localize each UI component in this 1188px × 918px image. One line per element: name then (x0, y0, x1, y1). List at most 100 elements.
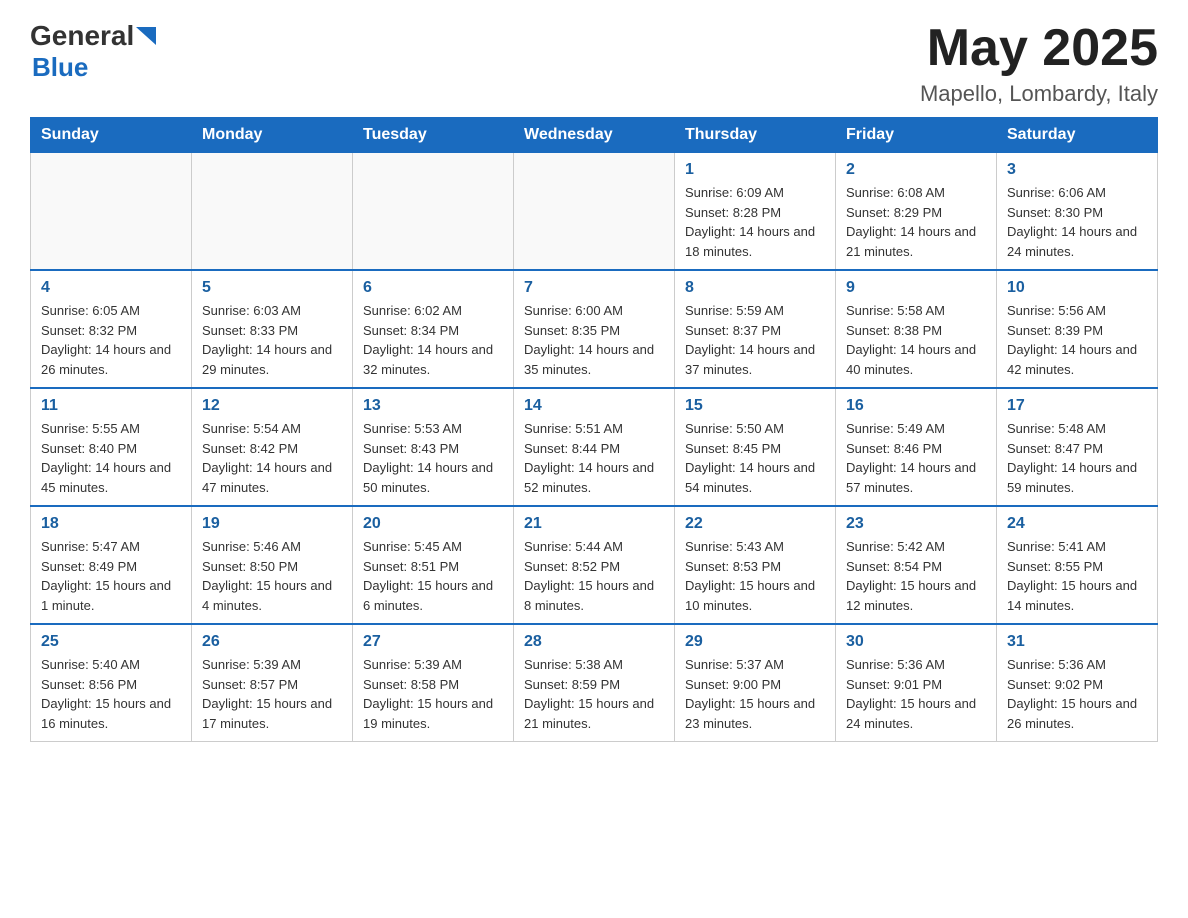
day-info: Sunrise: 5:49 AMSunset: 8:46 PMDaylight:… (846, 419, 986, 497)
day-number: 11 (41, 397, 181, 415)
day-number: 25 (41, 633, 181, 651)
calendar-cell: 31 Sunrise: 5:36 AMSunset: 9:02 PMDayligh… (997, 624, 1158, 742)
day-number: 3 (1007, 161, 1147, 179)
calendar-cell: 14Sunrise: 5:51 AMSunset: 8:44 PMDayligh… (514, 388, 675, 506)
day-info: Sunrise: 5:51 AMSunset: 8:44 PMDaylight:… (524, 419, 664, 497)
calendar-day-header: Friday (836, 118, 997, 153)
calendar-cell: 17 Sunrise: 5:48 AMSunset: 8:47 PMDayligh… (997, 388, 1158, 506)
calendar-cell: 28 Sunrise: 5:38 AMSunset: 8:59 PMDayligh… (514, 624, 675, 742)
day-number: 20 (363, 515, 503, 533)
calendar-day-header: Sunday (31, 118, 192, 153)
calendar-cell: 3 Sunrise: 6:06 AMSunset: 8:30 PMDaylight… (997, 153, 1158, 271)
day-number: 19 (202, 515, 342, 533)
calendar-cell: 15Sunrise: 5:50 AMSunset: 8:45 PMDayligh… (675, 388, 836, 506)
day-number: 10 (1007, 279, 1147, 297)
day-info: Sunrise: 5:36 AMSunset: 9:02 PMDaylight:… (1007, 655, 1147, 733)
calendar-cell: 29Sunrise: 5:37 AMSunset: 9:00 PMDayligh… (675, 624, 836, 742)
day-info: Sunrise: 5:54 AMSunset: 8:42 PMDaylight:… (202, 419, 342, 497)
day-info: Sunrise: 6:09 AMSunset: 8:28 PMDaylight:… (685, 183, 825, 261)
day-info: Sunrise: 6:05 AMSunset: 8:32 PMDaylight:… (41, 301, 181, 379)
day-number: 16 (846, 397, 986, 415)
day-info: Sunrise: 6:00 AMSunset: 8:35 PMDaylight:… (524, 301, 664, 379)
calendar-cell: 18 Sunrise: 5:47 AMSunset: 8:49 PMDayligh… (31, 506, 192, 624)
day-info: Sunrise: 5:43 AMSunset: 8:53 PMDaylight:… (685, 537, 825, 615)
calendar-day-header: Thursday (675, 118, 836, 153)
day-number: 26 (202, 633, 342, 651)
day-number: 29 (685, 633, 825, 651)
logo-arrow-icon (136, 27, 156, 45)
calendar-cell: 27 Sunrise: 5:39 AMSunset: 8:58 PMDayligh… (353, 624, 514, 742)
calendar-day-header: Monday (192, 118, 353, 153)
day-info: Sunrise: 5:45 AMSunset: 8:51 PMDaylight:… (363, 537, 503, 615)
calendar-header-row: SundayMondayTuesdayWednesdayThursdayFrid… (31, 118, 1158, 153)
day-number: 13 (363, 397, 503, 415)
calendar-cell: 23Sunrise: 5:42 AMSunset: 8:54 PMDayligh… (836, 506, 997, 624)
day-info: Sunrise: 5:38 AMSunset: 8:59 PMDaylight:… (524, 655, 664, 733)
day-number: 8 (685, 279, 825, 297)
calendar-week-row: 11 Sunrise: 5:55 AMSunset: 8:40 PMDayligh… (31, 388, 1158, 506)
calendar-cell (353, 153, 514, 271)
calendar-cell: 9 Sunrise: 5:58 AMSunset: 8:38 PMDaylight… (836, 270, 997, 388)
calendar-day-header: Wednesday (514, 118, 675, 153)
calendar-cell: 7 Sunrise: 6:00 AMSunset: 8:35 PMDaylight… (514, 270, 675, 388)
day-info: Sunrise: 5:48 AMSunset: 8:47 PMDaylight:… (1007, 419, 1147, 497)
calendar-cell: 19 Sunrise: 5:46 AMSunset: 8:50 PMDayligh… (192, 506, 353, 624)
calendar-day-header: Saturday (997, 118, 1158, 153)
day-info: Sunrise: 5:40 AMSunset: 8:56 PMDaylight:… (41, 655, 181, 733)
calendar-cell: 2 Sunrise: 6:08 AMSunset: 8:29 PMDaylight… (836, 153, 997, 271)
day-info: Sunrise: 5:44 AMSunset: 8:52 PMDaylight:… (524, 537, 664, 615)
day-number: 27 (363, 633, 503, 651)
day-number: 7 (524, 279, 664, 297)
calendar-cell: 13 Sunrise: 5:53 AMSunset: 8:43 PMDayligh… (353, 388, 514, 506)
calendar-cell: 1 Sunrise: 6:09 AMSunset: 8:28 PMDaylight… (675, 153, 836, 271)
page-header: General Blue May 2025 Mapello, Lombardy,… (30, 20, 1158, 107)
calendar-day-header: Tuesday (353, 118, 514, 153)
calendar-cell: 25 Sunrise: 5:40 AMSunset: 8:56 PMDayligh… (31, 624, 192, 742)
day-number: 22 (685, 515, 825, 533)
calendar-cell: 30Sunrise: 5:36 AMSunset: 9:01 PMDayligh… (836, 624, 997, 742)
month-title: May 2025 (920, 20, 1158, 77)
logo-general-text: General (30, 20, 134, 52)
day-number: 17 (1007, 397, 1147, 415)
logo: General Blue (30, 20, 156, 83)
calendar-cell: 26 Sunrise: 5:39 AMSunset: 8:57 PMDayligh… (192, 624, 353, 742)
calendar-cell (514, 153, 675, 271)
calendar-cell (31, 153, 192, 271)
day-info: Sunrise: 5:50 AMSunset: 8:45 PMDaylight:… (685, 419, 825, 497)
calendar-cell: 22 Sunrise: 5:43 AMSunset: 8:53 PMDayligh… (675, 506, 836, 624)
day-number: 6 (363, 279, 503, 297)
day-number: 2 (846, 161, 986, 179)
day-number: 31 (1007, 633, 1147, 651)
day-info: Sunrise: 6:03 AMSunset: 8:33 PMDaylight:… (202, 301, 342, 379)
day-info: Sunrise: 5:58 AMSunset: 8:38 PMDaylight:… (846, 301, 986, 379)
day-info: Sunrise: 5:53 AMSunset: 8:43 PMDaylight:… (363, 419, 503, 497)
day-number: 1 (685, 161, 825, 179)
calendar-week-row: 18 Sunrise: 5:47 AMSunset: 8:49 PMDayligh… (31, 506, 1158, 624)
calendar-cell: 4Sunrise: 6:05 AMSunset: 8:32 PMDaylight… (31, 270, 192, 388)
day-info: Sunrise: 5:59 AMSunset: 8:37 PMDaylight:… (685, 301, 825, 379)
logo-blue-text: Blue (32, 52, 88, 82)
calendar-week-row: 1 Sunrise: 6:09 AMSunset: 8:28 PMDaylight… (31, 153, 1158, 271)
day-info: Sunrise: 5:47 AMSunset: 8:49 PMDaylight:… (41, 537, 181, 615)
calendar-table: SundayMondayTuesdayWednesdayThursdayFrid… (30, 117, 1158, 742)
day-number: 28 (524, 633, 664, 651)
day-info: Sunrise: 5:39 AMSunset: 8:58 PMDaylight:… (363, 655, 503, 733)
day-info: Sunrise: 6:06 AMSunset: 8:30 PMDaylight:… (1007, 183, 1147, 261)
day-info: Sunrise: 6:02 AMSunset: 8:34 PMDaylight:… (363, 301, 503, 379)
day-info: Sunrise: 5:56 AMSunset: 8:39 PMDaylight:… (1007, 301, 1147, 379)
day-number: 24 (1007, 515, 1147, 533)
day-info: Sunrise: 5:55 AMSunset: 8:40 PMDaylight:… (41, 419, 181, 497)
day-info: Sunrise: 5:39 AMSunset: 8:57 PMDaylight:… (202, 655, 342, 733)
day-info: Sunrise: 5:36 AMSunset: 9:01 PMDaylight:… (846, 655, 986, 733)
day-number: 5 (202, 279, 342, 297)
calendar-cell: 12Sunrise: 5:54 AMSunset: 8:42 PMDayligh… (192, 388, 353, 506)
calendar-cell (192, 153, 353, 271)
day-number: 18 (41, 515, 181, 533)
calendar-cell: 10 Sunrise: 5:56 AMSunset: 8:39 PMDayligh… (997, 270, 1158, 388)
day-info: Sunrise: 5:46 AMSunset: 8:50 PMDaylight:… (202, 537, 342, 615)
calendar-cell: 6 Sunrise: 6:02 AMSunset: 8:34 PMDaylight… (353, 270, 514, 388)
calendar-cell: 5 Sunrise: 6:03 AMSunset: 8:33 PMDaylight… (192, 270, 353, 388)
calendar-week-row: 4Sunrise: 6:05 AMSunset: 8:32 PMDaylight… (31, 270, 1158, 388)
day-number: 9 (846, 279, 986, 297)
day-info: Sunrise: 6:08 AMSunset: 8:29 PMDaylight:… (846, 183, 986, 261)
